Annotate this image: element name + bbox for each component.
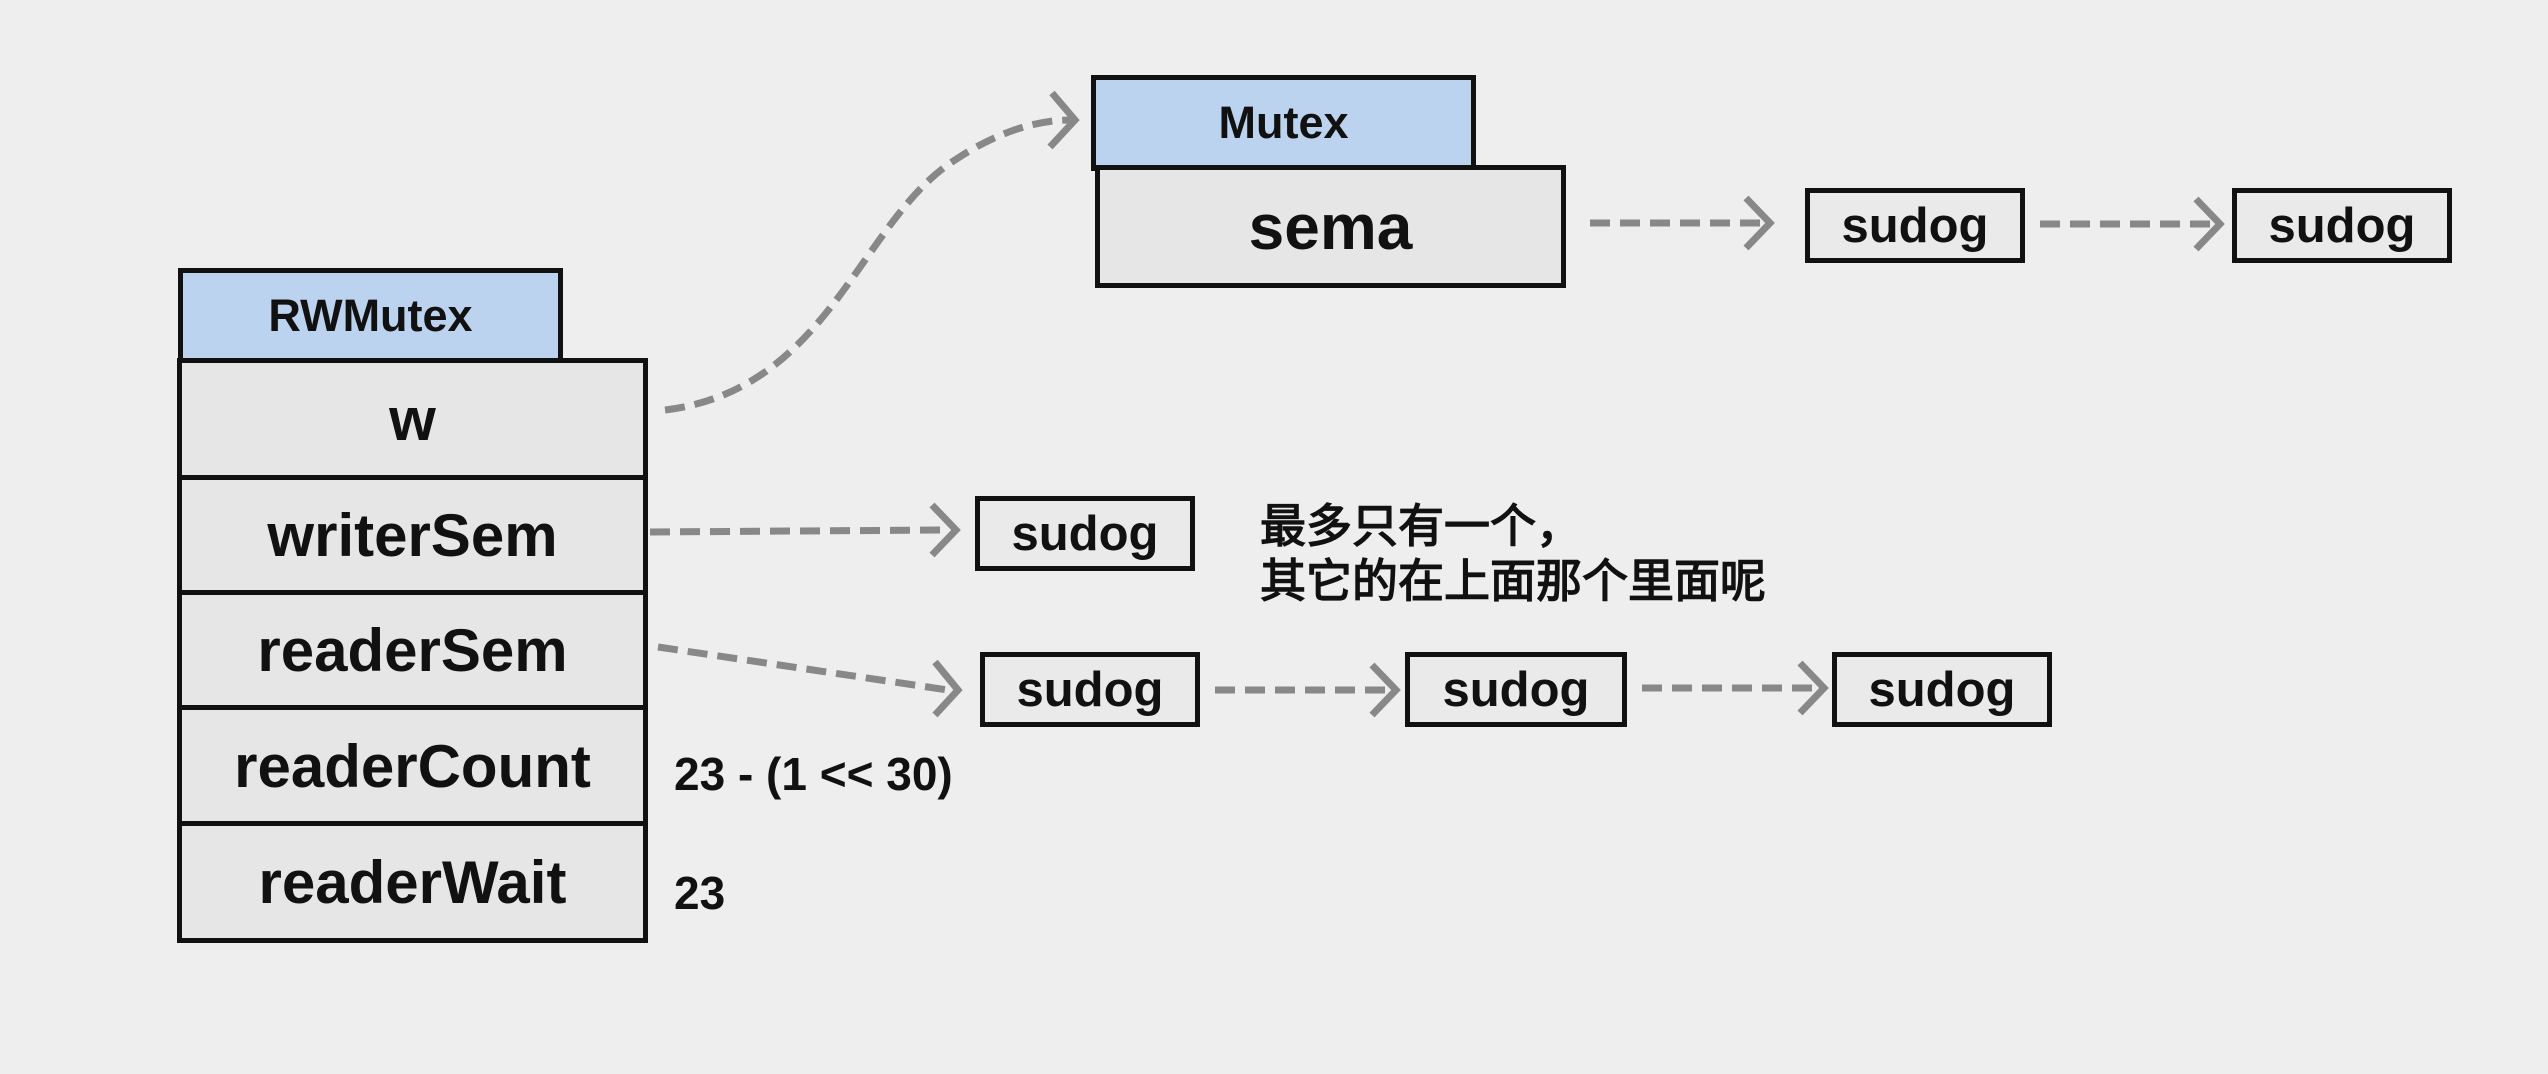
mutex-field-sema: sema bbox=[1095, 165, 1566, 288]
arrow-readersem-to-sudog bbox=[657, 643, 949, 694]
reader-sudog-1: sudog bbox=[980, 652, 1200, 727]
mutex-title: Mutex bbox=[1091, 75, 1476, 171]
field-w: w bbox=[177, 358, 648, 481]
readerwait-value: 23 bbox=[674, 867, 726, 919]
field-readersem: readerSem bbox=[177, 590, 648, 711]
reader-sudog-2: sudog bbox=[1405, 652, 1627, 727]
arrow-writersem-to-sudog bbox=[649, 526, 946, 536]
writer-sudog: sudog bbox=[975, 496, 1195, 571]
field-readercount: readerCount bbox=[177, 705, 648, 827]
field-readerwait: readerWait bbox=[177, 821, 648, 943]
arrow-w-to-mutex bbox=[664, 116, 1071, 414]
readercount-value: 23 - (1 << 30) bbox=[674, 748, 953, 800]
mutex-sudog-1: sudog bbox=[1805, 188, 2025, 263]
reader-sudog-3: sudog bbox=[1832, 652, 2052, 727]
field-writersem: writerSem bbox=[177, 475, 648, 596]
writer-note-line-2: 其它的在上面那个里面呢 bbox=[1260, 555, 1766, 607]
rwmutex-title: RWMutex bbox=[178, 268, 563, 364]
mutex-sudog-2: sudog bbox=[2232, 188, 2452, 263]
